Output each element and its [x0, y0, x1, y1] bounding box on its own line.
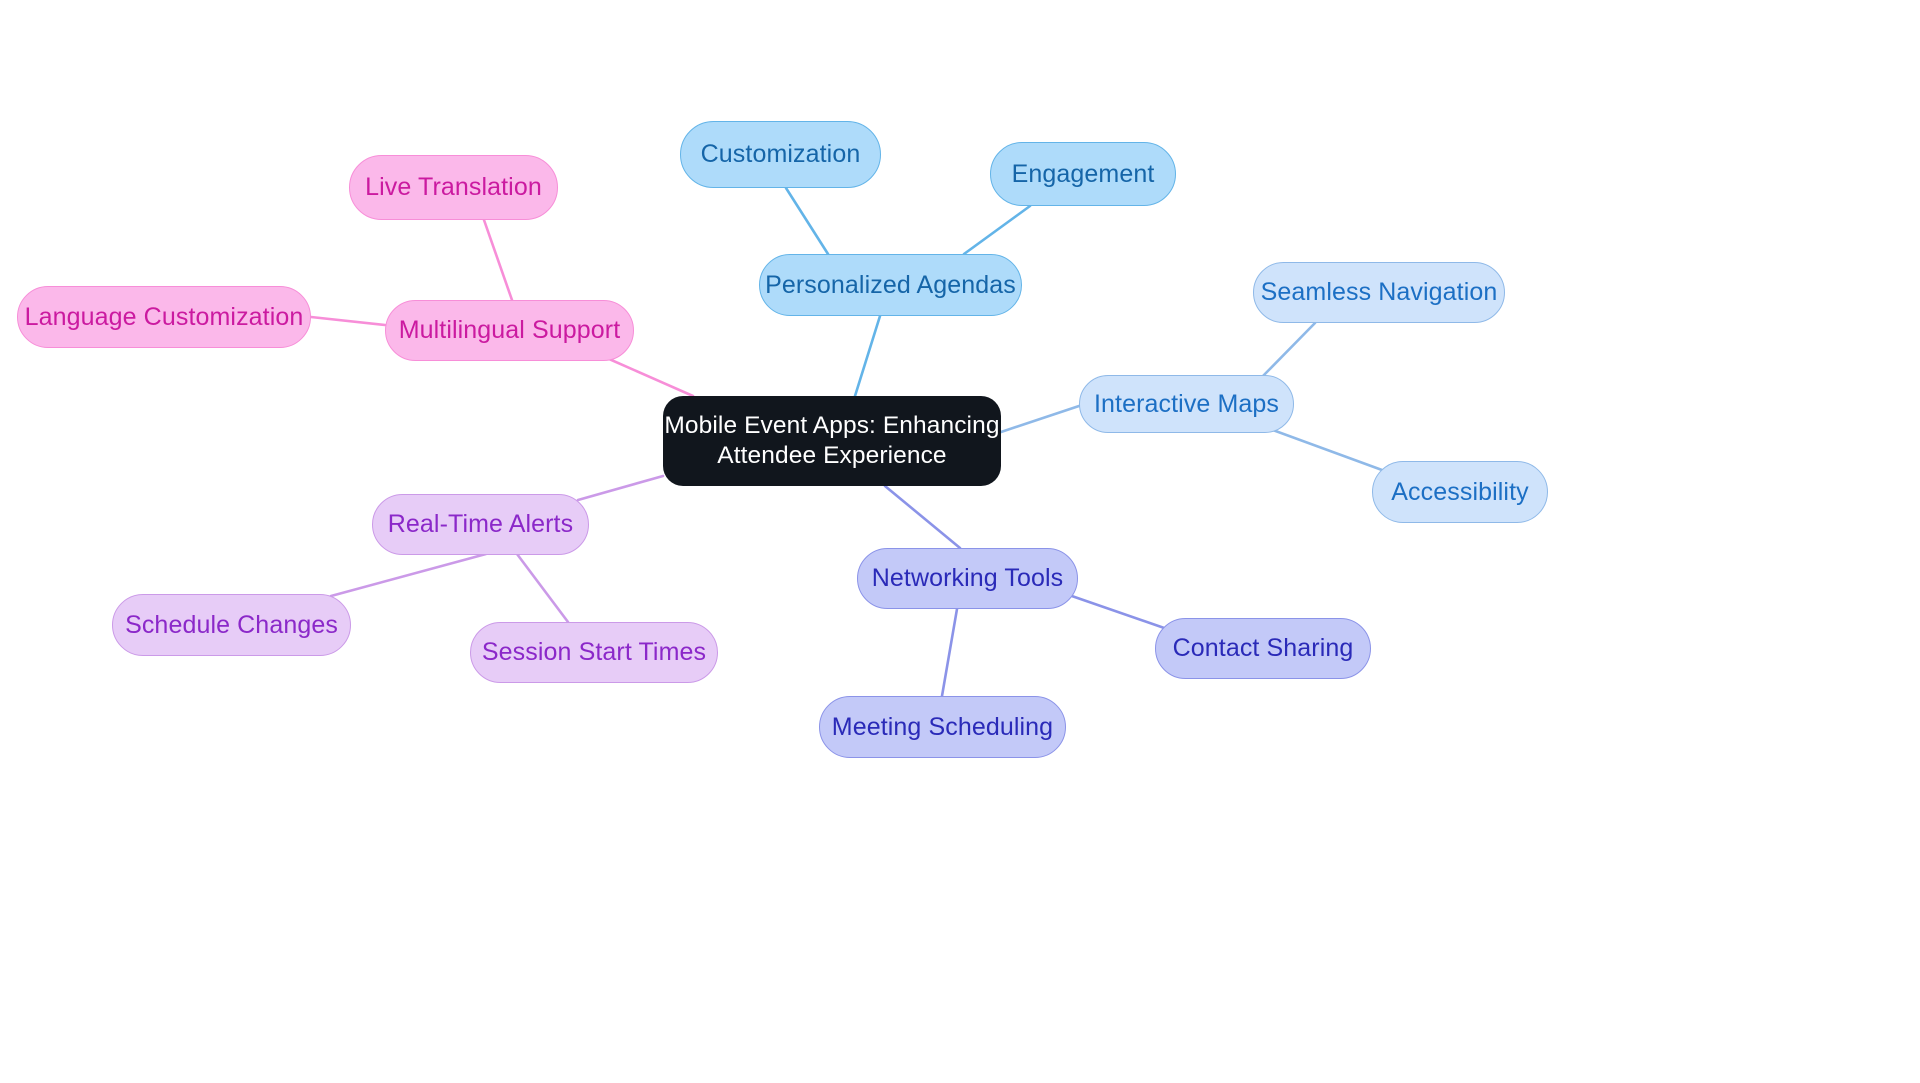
mindmap-root-node[interactable]: Mobile Event Apps: Enhancing Attendee Ex…	[663, 396, 1001, 486]
mindmap-leaf-engagement[interactable]: Engagement	[990, 142, 1176, 206]
mindmap-leaf-live-translation[interactable]: Live Translation	[349, 155, 558, 220]
edge-root-real-time-alerts	[576, 474, 665, 502]
edge-networking-tools-meeting-scheduling	[940, 607, 959, 698]
edge-interactive-maps-seamless-navigation	[1260, 321, 1317, 379]
edge-root-networking-tools	[883, 484, 962, 550]
mindmap-canvas: Mobile Event Apps: Enhancing Attendee Ex…	[0, 0, 1920, 1083]
edge-root-personalized-agendas	[853, 314, 882, 398]
node-label: Networking Tools	[871, 564, 1064, 593]
edge-personalized-agendas-engagement	[962, 204, 1032, 256]
mindmap-leaf-meeting-scheduling[interactable]: Meeting Scheduling	[819, 696, 1066, 758]
node-label: Seamless Navigation	[1260, 278, 1498, 307]
node-label: Engagement	[1011, 159, 1155, 188]
edge-root-multilingual-support	[598, 353, 695, 398]
edge-layer	[309, 186, 1384, 698]
mindmap-leaf-contact-sharing[interactable]: Contact Sharing	[1155, 618, 1371, 679]
node-label: Personalized Agendas	[765, 270, 1016, 299]
node-label: Real-Time Alerts	[387, 510, 574, 539]
node-label: Session Start Times	[481, 638, 707, 667]
node-label: Language Customization	[24, 302, 304, 331]
mindmap-leaf-session-start-times[interactable]: Session Start Times	[470, 622, 718, 683]
node-label: Multilingual Support	[398, 316, 621, 345]
mindmap-branch-real-time-alerts[interactable]: Real-Time Alerts	[372, 494, 589, 555]
node-label: Meeting Scheduling	[831, 712, 1054, 741]
edge-real-time-alerts-schedule-changes	[329, 552, 488, 598]
mindmap-leaf-language-customization[interactable]: Language Customization	[17, 286, 311, 348]
mindmap-leaf-customization[interactable]: Customization	[680, 121, 881, 188]
mindmap-branch-multilingual-support[interactable]: Multilingual Support	[385, 300, 634, 361]
edge-root-interactive-maps	[999, 404, 1081, 434]
mindmap-branch-personalized-agendas[interactable]: Personalized Agendas	[759, 254, 1022, 316]
mindmap-branch-interactive-maps[interactable]: Interactive Maps	[1079, 375, 1294, 433]
mindmap-branch-networking-tools[interactable]: Networking Tools	[857, 548, 1078, 609]
node-label: Customization	[700, 140, 861, 169]
edge-networking-tools-contact-sharing	[1064, 592, 1172, 632]
edge-real-time-alerts-session-start-times	[515, 552, 570, 624]
edge-personalized-agendas-customization	[784, 186, 830, 256]
edge-interactive-maps-accessibility	[1268, 427, 1384, 472]
node-label: Accessibility	[1391, 477, 1529, 506]
edge-multilingual-support-live-translation	[482, 218, 514, 302]
node-label: Live Translation	[365, 173, 542, 202]
mindmap-leaf-schedule-changes[interactable]: Schedule Changes	[112, 594, 351, 656]
node-label: Mobile Event Apps: Enhancing Attendee Ex…	[664, 412, 1000, 469]
node-label: Interactive Maps	[1093, 389, 1279, 418]
edge-multilingual-support-language-customization	[309, 315, 387, 327]
node-label: Contact Sharing	[1172, 634, 1354, 663]
node-label: Schedule Changes	[125, 610, 338, 639]
mindmap-leaf-accessibility[interactable]: Accessibility	[1372, 461, 1548, 523]
mindmap-leaf-seamless-navigation[interactable]: Seamless Navigation	[1253, 262, 1505, 323]
